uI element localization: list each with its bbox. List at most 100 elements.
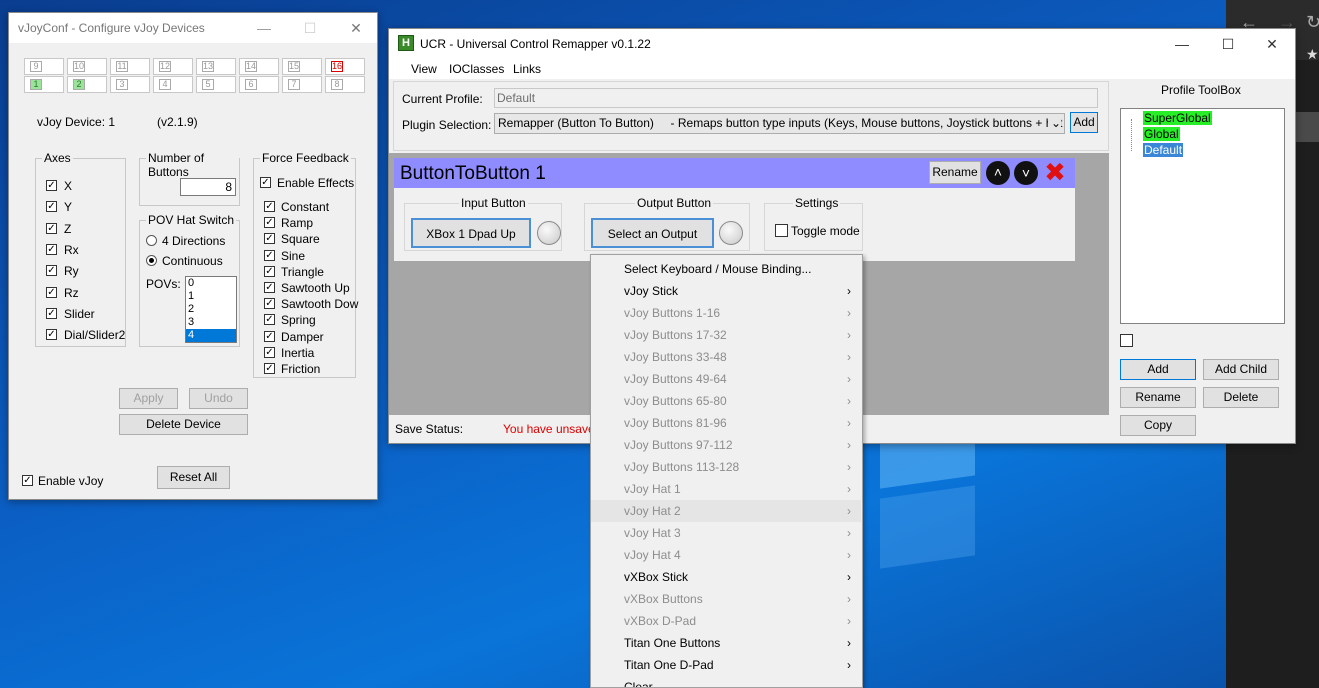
device-tab-16[interactable]: 16: [325, 58, 365, 75]
output-button-select[interactable]: Select an Output Button: [591, 218, 714, 269]
menu-ioclasses[interactable]: IOClasses: [449, 62, 504, 76]
menu-item[interactable]: Titan One D-Pad ›: [591, 654, 861, 676]
povs-list-item[interactable]: 0: [186, 277, 236, 290]
add-child-button[interactable]: Add Child: [1203, 359, 1279, 380]
ff-effect-checkbox[interactable]: ✓: [264, 330, 275, 342]
menu-item[interactable]: vJoy Buttons 113-128 ›: [591, 456, 861, 478]
device-tab-6[interactable]: 6: [239, 76, 279, 93]
tree-item-global[interactable]: Global: [1143, 127, 1180, 141]
axis-checkbox[interactable]: ✓: [46, 201, 57, 213]
tree-item-default[interactable]: Default: [1143, 143, 1184, 157]
povs-list-item[interactable]: 3: [186, 316, 236, 329]
tree-item-superglobal[interactable]: SuperGlobal: [1143, 111, 1212, 125]
axis-checkbox[interactable]: ✓: [46, 243, 57, 255]
profile-tree[interactable]: SuperGlobal Global Default: [1120, 108, 1285, 324]
maximize-icon[interactable]: ☐: [287, 13, 333, 43]
device-tab-2[interactable]: 2: [67, 76, 107, 93]
ff-effect-checkbox[interactable]: ✓: [264, 282, 275, 293]
delete-plugin-icon[interactable]: ✖: [1042, 159, 1068, 185]
device-tab-14[interactable]: 14: [239, 58, 279, 75]
menu-item[interactable]: vJoy Hat 2 ›: [591, 500, 861, 522]
ff-effect-checkbox[interactable]: ✓: [264, 265, 275, 277]
menu-item[interactable]: vXBox Stick ›: [591, 566, 861, 588]
maximize-icon[interactable]: ☐: [1205, 29, 1251, 59]
ff-effect-checkbox[interactable]: ✓: [264, 233, 275, 245]
menu-view[interactable]: View: [411, 62, 437, 76]
device-tab-8[interactable]: 8: [325, 76, 365, 93]
menu-item[interactable]: vJoy Buttons 33-48 ›: [591, 346, 861, 368]
delete-profile-button[interactable]: Delete: [1203, 387, 1279, 408]
menu-item[interactable]: vJoy Hat 4 ›: [591, 544, 861, 566]
add-profile-button[interactable]: Add: [1120, 359, 1196, 380]
ff-effect-checkbox[interactable]: ✓: [264, 314, 275, 326]
move-down-icon[interactable]: ˅: [1014, 161, 1038, 185]
ff-effect-checkbox[interactable]: ✓: [264, 249, 275, 261]
input-button-select[interactable]: XBox 1 Dpad Up: [411, 218, 531, 248]
menu-item[interactable]: Clear: [591, 676, 861, 687]
menu-item[interactable]: vXBox Buttons ›: [591, 588, 861, 610]
bookmark-star-icon[interactable]: ★: [1306, 46, 1319, 63]
number-of-buttons-input[interactable]: 8: [180, 178, 236, 196]
toggle-mode-checkbox[interactable]: [775, 224, 788, 237]
pov-radio[interactable]: [146, 235, 157, 246]
axis-checkbox[interactable]: ✓: [46, 307, 57, 319]
ff-effect-checkbox[interactable]: ✓: [264, 217, 275, 229]
menu-item[interactable]: vJoy Stick ›: [591, 280, 861, 302]
reload-icon[interactable]: ↻: [1306, 12, 1319, 33]
menu-item[interactable]: vXBox D-Pad ›: [591, 610, 861, 632]
delete-device-button[interactable]: Delete Device: [119, 414, 248, 435]
device-tab-12[interactable]: 12: [153, 58, 193, 75]
rename-profile-button[interactable]: Rename: [1120, 387, 1196, 408]
enable-vjoy-checkbox[interactable]: ✓: [22, 475, 33, 486]
device-tab-7[interactable]: 7: [282, 76, 322, 93]
ff-effect-checkbox[interactable]: ✓: [264, 363, 275, 374]
plugin-selection-dropdown[interactable]: Remapper (Button To Button) - Remaps but…: [494, 113, 1065, 134]
device-tab-5[interactable]: 5: [196, 76, 236, 93]
axis-checkbox[interactable]: ✓: [46, 286, 57, 298]
menu-item[interactable]: vJoy Buttons 81-96 ›: [591, 412, 861, 434]
povs-list-item[interactable]: 4: [186, 329, 236, 342]
ff-effect-checkbox[interactable]: ✓: [264, 201, 275, 212]
pov-radio[interactable]: [146, 255, 157, 266]
menu-item[interactable]: vJoy Buttons 49-64 ›: [591, 368, 861, 390]
povs-list-item[interactable]: 2: [186, 303, 236, 316]
reset-all-button[interactable]: Reset All: [157, 466, 230, 489]
toolbox-checkbox[interactable]: [1120, 334, 1133, 347]
device-tab-4[interactable]: 4: [153, 76, 193, 93]
device-tab-9[interactable]: 9: [24, 58, 64, 75]
move-up-icon[interactable]: ˄: [986, 161, 1010, 185]
device-tab-1[interactable]: 1: [24, 76, 64, 93]
menu-item[interactable]: Select Keyboard / Mouse Binding...: [591, 258, 861, 280]
menu-item[interactable]: vJoy Hat 3 ›: [591, 522, 861, 544]
rename-plugin-button[interactable]: Rename: [929, 161, 981, 184]
minimize-icon[interactable]: —: [1159, 29, 1205, 59]
add-plugin-button[interactable]: Add: [1070, 112, 1098, 133]
menu-item[interactable]: vJoy Buttons 97-112 ›: [591, 434, 861, 456]
enable-effects-checkbox[interactable]: ✓: [260, 177, 271, 188]
copy-profile-button[interactable]: Copy: [1120, 415, 1196, 436]
close-icon[interactable]: ✕: [333, 13, 379, 43]
minimize-icon[interactable]: —: [241, 13, 287, 43]
apply-button[interactable]: Apply: [119, 388, 178, 409]
menu-item[interactable]: Titan One Buttons ›: [591, 632, 861, 654]
menu-item[interactable]: vJoy Buttons 1-16 ›: [591, 302, 861, 324]
device-tab-10[interactable]: 10: [67, 58, 107, 75]
povs-list-item[interactable]: 1: [186, 290, 236, 303]
close-icon[interactable]: ✕: [1249, 29, 1295, 59]
device-tab-15[interactable]: 15: [282, 58, 322, 75]
menu-item[interactable]: vJoy Buttons 65-80 ›: [591, 390, 861, 412]
povs-listbox[interactable]: 01234: [185, 276, 237, 343]
axis-checkbox[interactable]: ✓: [46, 222, 57, 234]
menu-item[interactable]: vJoy Hat 1 ›: [591, 478, 861, 500]
menu-links[interactable]: Links: [513, 62, 541, 76]
device-tab-13[interactable]: 13: [196, 58, 236, 75]
ff-effect-checkbox[interactable]: ✓: [264, 298, 275, 310]
device-tab-3[interactable]: 3: [110, 76, 150, 93]
axis-checkbox[interactable]: ✓: [46, 180, 57, 191]
menu-item[interactable]: vJoy Buttons 17-32 ›: [591, 324, 861, 346]
axis-checkbox[interactable]: ✓: [46, 329, 57, 341]
ff-effect-checkbox[interactable]: ✓: [264, 346, 275, 358]
axis-checkbox[interactable]: ✓: [46, 265, 57, 277]
device-tab-11[interactable]: 11: [110, 58, 150, 75]
undo-button[interactable]: Undo: [189, 388, 248, 409]
